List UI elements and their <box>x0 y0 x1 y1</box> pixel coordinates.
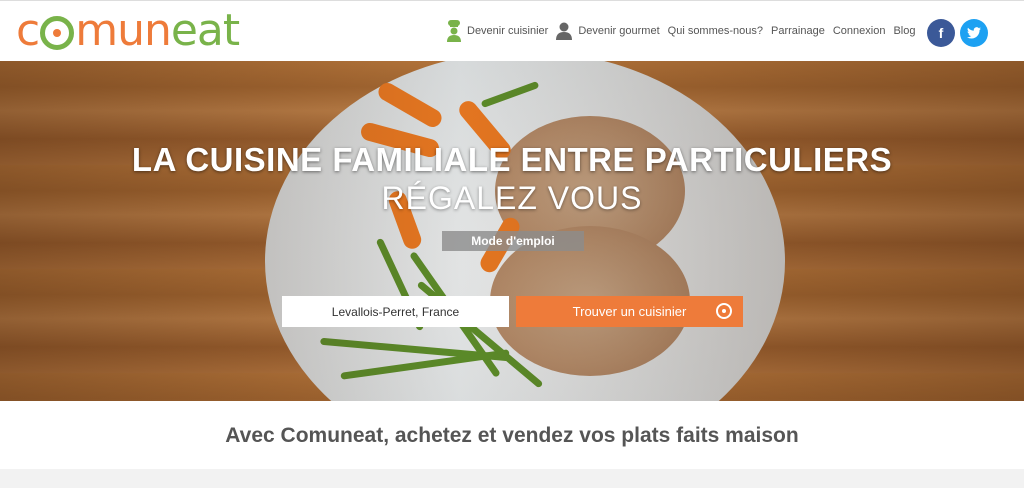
hero-title: LA CUISINE FAMILIALE ENTRE PARTICULIERS <box>131 141 893 178</box>
geolocate-icon[interactable] <box>716 303 732 319</box>
logo-text-eat: eat <box>170 5 240 56</box>
logo-text-mun: mun <box>75 5 172 56</box>
user-icon <box>556 22 573 40</box>
nav-connexion[interactable]: Connexion <box>833 25 886 37</box>
tagline: Avec Comuneat, achetez et vendez vos pla… <box>225 424 799 447</box>
nav-label: Qui sommes-nous? <box>667 25 764 37</box>
location-input[interactable] <box>282 296 509 327</box>
nav-parrainage[interactable]: Parrainage <box>771 25 825 37</box>
logo-o-icon <box>40 16 75 50</box>
nav-label: Devenir cuisinier <box>467 25 549 37</box>
nav-blog[interactable]: Blog <box>893 25 915 37</box>
chef-icon <box>447 20 461 42</box>
mode-emploi-button[interactable]: Mode d'emploi <box>442 231 584 251</box>
nav-label: Devenir gourmet <box>578 25 660 37</box>
bottom-band <box>0 469 1024 488</box>
header: c mun eat Devenir cuisinier Devenir gour… <box>0 0 1024 61</box>
comuneat-logo[interactable]: c mun eat <box>16 5 240 56</box>
find-cook-button[interactable]: Trouver un cuisinier <box>516 296 743 327</box>
nav-devenir-cuisinier[interactable]: Devenir cuisinier <box>447 20 548 42</box>
nav-label: Blog <box>893 25 916 37</box>
nav-qui-sommes-nous[interactable]: Qui sommes-nous? <box>668 25 763 37</box>
nav-label: Connexion <box>832 25 886 37</box>
nav-devenir-gourmet[interactable]: Devenir gourmet <box>556 22 660 40</box>
find-cook-label: Trouver un cuisinier <box>572 304 687 319</box>
twitter-icon[interactable] <box>960 19 988 47</box>
logo-text-c: c <box>16 5 40 56</box>
nav-label: Parrainage <box>771 25 825 37</box>
main-nav: Devenir cuisinier Devenir gourmet Qui so… <box>447 17 923 45</box>
facebook-icon[interactable]: f <box>927 19 955 47</box>
hero-subtitle: RÉGALEZ VOUS <box>381 180 643 216</box>
